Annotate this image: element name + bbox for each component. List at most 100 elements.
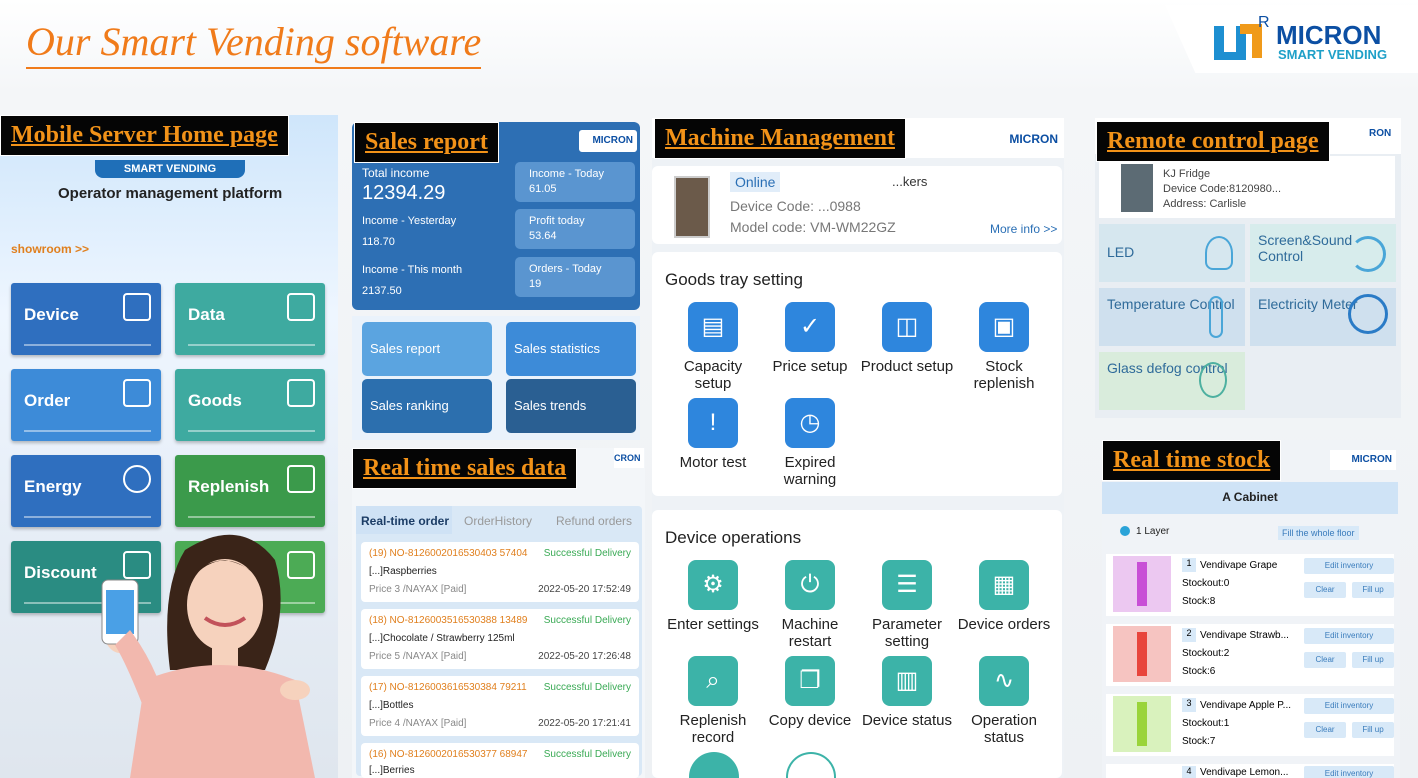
glass-defog-control[interactable]: Glass defog control xyxy=(1099,352,1245,410)
realtime-brand: CRON xyxy=(614,448,644,468)
product-image xyxy=(1113,696,1171,752)
tab-order-history[interactable]: OrderHistory xyxy=(464,514,532,528)
tile-order[interactable]: Order xyxy=(11,369,161,441)
replenish-record-button[interactable]: ⌕ Replenish record xyxy=(666,656,760,746)
tile-label: Discount xyxy=(24,563,97,582)
more-info-link[interactable]: More info >> xyxy=(990,222,1057,236)
goods-tray-card: Goods tray setting ▤ Capacity setup ✓ Pric… xyxy=(652,252,1062,496)
fridge-image xyxy=(1121,164,1153,212)
sound-icon xyxy=(1350,236,1386,272)
lightning-icon xyxy=(689,752,739,778)
price-check-icon: ✓ xyxy=(785,302,835,352)
motor-test-button[interactable]: ! Motor test xyxy=(666,398,760,471)
total-income-label: Total income xyxy=(362,166,430,180)
stock-replenish-button[interactable]: ▣ Stock replenish xyxy=(957,302,1051,392)
chip-label: Income - Today xyxy=(529,168,605,180)
sales-trends-button[interactable]: Sales trends xyxy=(506,379,636,433)
tile-energy[interactable]: Energy xyxy=(11,455,161,527)
slot-index: 1 xyxy=(1182,558,1196,572)
edit-inventory-button[interactable]: Edit inventory xyxy=(1304,698,1394,714)
price-setup-button[interactable]: ✓ Price setup xyxy=(763,302,857,375)
product-setup-button[interactable]: ◫ Product setup xyxy=(860,302,954,375)
copy-icon: ❐ xyxy=(785,656,835,706)
order-status: Successful Delivery xyxy=(543,548,631,559)
order-item[interactable]: (16) NO-8126002016530377 68947 Successfu… xyxy=(361,743,639,778)
edit-inventory-button[interactable]: Edit inventory xyxy=(1304,766,1394,778)
label-machine: Machine Management xyxy=(654,118,906,159)
vending-icon: ▣ xyxy=(979,302,1029,352)
book-icon: ▥ xyxy=(882,656,932,706)
order-item[interactable]: (17) NO-8126003616530384 79211 Successfu… xyxy=(361,676,639,736)
expired-warning-button[interactable]: ◷ Expired warning xyxy=(763,398,857,488)
fill-floor-button[interactable]: Fill the whole floor xyxy=(1278,526,1359,540)
tab-realtime-order[interactable]: Real-time order xyxy=(356,506,452,534)
sliders-icon: ☰ xyxy=(882,560,932,610)
meter-icon xyxy=(1348,294,1388,334)
bar-chart-icon xyxy=(287,293,315,321)
sales-statistics-button[interactable]: Sales statistics xyxy=(506,322,636,376)
edit-inventory-button[interactable]: Edit inventory xyxy=(1304,558,1394,574)
clock-icon: ◷ xyxy=(785,398,835,448)
income-yesterday-label: Income - Yesterday xyxy=(362,215,457,227)
temperature-control[interactable]: Temperature Control xyxy=(1099,288,1245,346)
brand-name: MICRON xyxy=(1276,20,1382,50)
parameter-setting-button[interactable]: ☰ Parameter setting xyxy=(860,560,954,650)
led-control[interactable]: LED xyxy=(1099,224,1245,282)
tab-refund-orders[interactable]: Refund orders xyxy=(556,514,632,528)
tile-device[interactable]: Device xyxy=(11,283,161,355)
clear-button[interactable]: Clear xyxy=(1304,582,1346,598)
stockout-count: Stockout:2 xyxy=(1182,648,1230,659)
tile-goods[interactable]: Goods xyxy=(175,369,325,441)
edit-inventory-button[interactable]: Edit inventory xyxy=(1304,628,1394,644)
showroom-link[interactable]: showroom >> xyxy=(11,242,89,256)
order-item[interactable]: (19) NO-8126002016530403 57404 Successfu… xyxy=(361,542,639,602)
order-price: Price 3 /NAYAX [Paid] xyxy=(369,584,467,595)
fill-up-button[interactable]: Fill up xyxy=(1352,652,1394,668)
layer-radio-icon[interactable] xyxy=(1120,526,1130,536)
machine-restart-button[interactable]: ⏻ Machine restart xyxy=(763,560,857,650)
tile-data[interactable]: Data xyxy=(175,283,325,355)
tile-label: Data xyxy=(188,305,225,324)
operation-status-button[interactable]: ∿ Operation status xyxy=(957,656,1051,746)
sales-ranking-button[interactable]: Sales ranking xyxy=(362,379,492,433)
capacity-setup-button[interactable]: ▤ Capacity setup xyxy=(666,302,760,392)
fill-up-button[interactable]: Fill up xyxy=(1352,722,1394,738)
tile-label: Goods xyxy=(188,391,242,410)
clear-button[interactable]: Clear xyxy=(1304,652,1346,668)
income-month-label: Income - This month xyxy=(362,264,463,276)
machine-management-panel: MICRON Online ...kers Device Code: ...09… xyxy=(652,118,1064,778)
order-time: 2022-05-20 17:52:49 xyxy=(538,584,631,595)
order-number: (19) NO-8126002016530403 57404 xyxy=(369,548,528,559)
stock-count: Stock:6 xyxy=(1182,666,1216,677)
sales-brand: MICRON xyxy=(579,130,637,152)
cabinet-header: A Cabinet xyxy=(1102,482,1398,514)
chip-value: 19 xyxy=(529,278,542,290)
droplet-icon xyxy=(1199,362,1227,398)
order-item[interactable]: (18) NO-8126003516530388 13489 Successfu… xyxy=(361,609,639,669)
stock-count: Stock:8 xyxy=(1182,596,1216,607)
fill-up-button[interactable]: Fill up xyxy=(1352,582,1394,598)
order-item-name: [...]Berries xyxy=(369,765,415,776)
stock-brand: MICRON xyxy=(1330,450,1396,470)
copy-device-button[interactable]: ❐ Copy device xyxy=(763,656,857,729)
ops-title: Device operations xyxy=(665,528,802,547)
realtime-orders-panel: CRON Real-time order OrderHistory Refund… xyxy=(352,448,645,778)
enter-settings-button[interactable]: ⚙ Enter settings xyxy=(666,560,760,633)
device-orders-button[interactable]: ▦ Device orders xyxy=(957,560,1051,633)
total-income-value: 12394.29 xyxy=(362,182,446,204)
product-name: Vendivape Lemon... xyxy=(1200,767,1289,778)
electricity-meter[interactable]: Electricity Meter xyxy=(1250,288,1396,346)
document-icon: ▦ xyxy=(979,560,1029,610)
screen-sound-control[interactable]: Screen&Sound Control xyxy=(1250,224,1396,282)
label-realtime-stock: Real time stock xyxy=(1102,440,1282,481)
product-name: Vendivape Strawb... xyxy=(1200,630,1289,641)
label-realtime-sales: Real time sales data xyxy=(352,448,578,489)
sales-report-button[interactable]: Sales report xyxy=(362,322,492,376)
chip-value: 53.64 xyxy=(529,230,557,242)
fridge-info-card: KJ Fridge Device Code:8120980... Address… xyxy=(1099,156,1395,218)
device-code: Device Code: ...0988 xyxy=(730,198,861,214)
clear-button[interactable]: Clear xyxy=(1304,722,1346,738)
orders-today-chip: Orders - Today 19 xyxy=(515,257,635,297)
tile-replenish[interactable]: Replenish xyxy=(175,455,325,527)
device-status-button[interactable]: ▥ Device status xyxy=(860,656,954,729)
